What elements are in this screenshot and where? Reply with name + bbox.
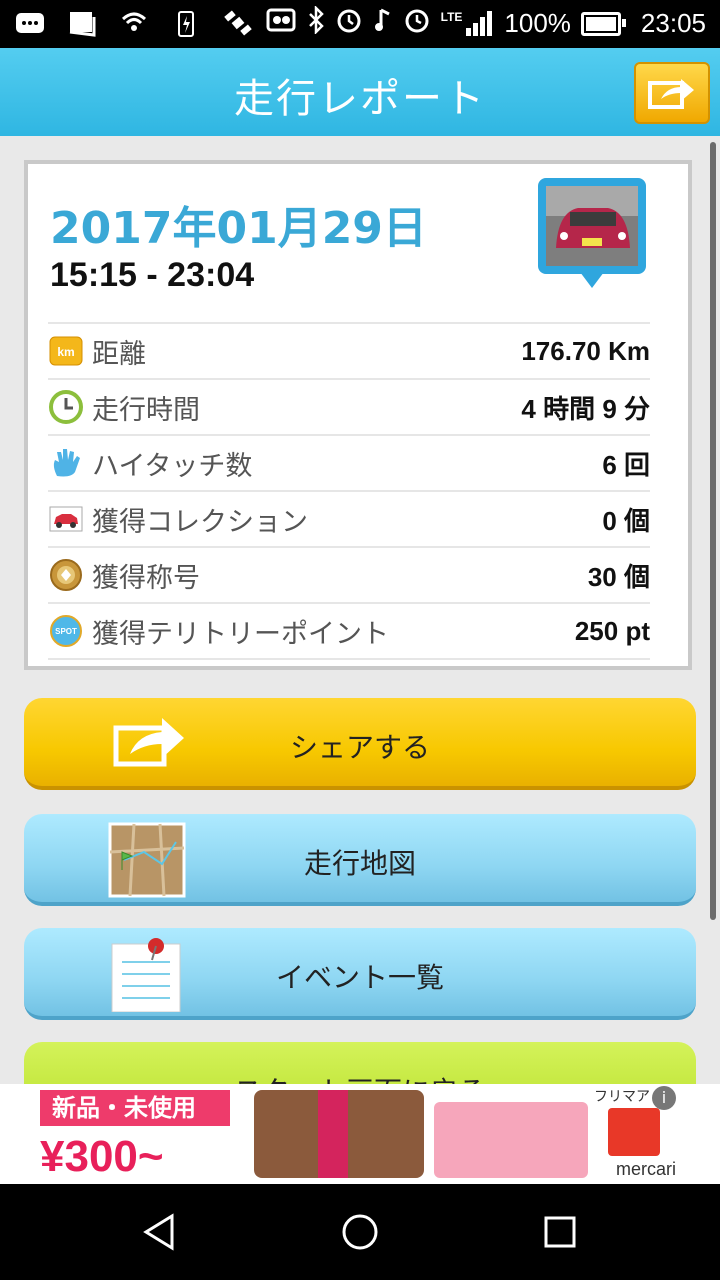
report-content[interactable]: 2017年01月29日 15:15 - 23:04 km 距離 176.70 K…: [0, 136, 720, 1084]
stat-label: 獲得コレクション: [92, 506, 308, 538]
stat-value: 176.70 Km: [521, 335, 650, 366]
stats-list: km 距離 176.70 Km 走行時間 4 時間 9 分 ハイタッチ数 6 回: [48, 322, 650, 660]
ad-mark: フリマア: [594, 1089, 650, 1105]
drive-map-button[interactable]: 走行地図: [24, 814, 696, 906]
back-icon[interactable]: [140, 1212, 180, 1252]
header-share-button[interactable]: [634, 62, 710, 124]
hand-icon: [48, 445, 84, 481]
stat-label: 獲得称号: [92, 562, 200, 594]
km-badge-text: km: [57, 345, 74, 359]
notification-icons: [14, 8, 254, 38]
navigation-bar: [0, 1184, 720, 1280]
app-header: 走行レポート: [0, 48, 720, 136]
car-photo-pin[interactable]: [538, 178, 646, 290]
back-to-start-button[interactable]: スタート画面に戻る: [24, 1042, 696, 1084]
ad-tag: 新品・未使用: [40, 1090, 230, 1126]
status-bar: LTE 100% 23:05: [0, 0, 720, 48]
stat-value: 6 回: [602, 449, 650, 480]
battery-percent: 100%: [504, 8, 571, 38]
stat-row-territory: SPOT 獲得テリトリーポイント 250 pt: [48, 602, 650, 660]
stat-row-collection: 獲得コレクション 0 個: [48, 490, 650, 546]
system-indicators: LTE 100% 23:05: [265, 4, 706, 41]
download-icon: [66, 8, 98, 38]
ad-wallet-image: [254, 1090, 424, 1178]
stat-row-titles: 獲得称号 30 個: [48, 546, 650, 602]
report-time-range: 15:15 - 23:04: [50, 256, 255, 294]
stat-label: 距離: [92, 338, 146, 370]
share-label: シェアする: [289, 731, 430, 764]
stat-value: 0 個: [602, 505, 650, 536]
alarm-icon: [335, 6, 363, 41]
mercari-box-icon: [608, 1108, 660, 1156]
stat-value: 4 時間 9 分: [521, 393, 650, 424]
report-card: 2017年01月29日 15:15 - 23:04 km 距離 176.70 K…: [24, 160, 692, 670]
ad-banner[interactable]: 新品・未使用 ¥300~ フリマア i mercari: [0, 1084, 720, 1184]
back-to-start-label: スタート画面に戻る: [24, 1070, 696, 1084]
share-icon: [648, 79, 694, 109]
clock-icon: [48, 389, 84, 425]
car-icon: [48, 501, 84, 537]
ad-wallet-pink-image: [434, 1102, 588, 1178]
drive-map-label: 走行地図: [303, 847, 416, 880]
stat-value: 250 pt: [574, 615, 650, 646]
battery-icon: [580, 11, 626, 36]
stat-value: 30 個: [587, 561, 650, 592]
share-button[interactable]: シェアする: [24, 698, 696, 790]
ad-brand: mercari: [615, 1159, 676, 1179]
vibrate-icon: [265, 7, 297, 40]
home-icon[interactable]: [340, 1212, 380, 1252]
alarm-clock-icon: [403, 6, 431, 41]
lte-signal-icon: LTE: [441, 10, 495, 38]
stat-row-high-touch: ハイタッチ数 6 回: [48, 434, 650, 490]
network-type: LTE: [440, 9, 463, 24]
bluetooth-icon: [307, 4, 325, 41]
spot-badge-text: SPOT: [55, 627, 77, 636]
message-icon: [14, 8, 46, 38]
event-list-button[interactable]: イベント一覧: [24, 928, 696, 1020]
stat-label: 走行時間: [92, 394, 200, 426]
stat-row-distance: km 距離 176.70 Km: [48, 322, 650, 378]
music-icon: [373, 6, 393, 41]
event-list-label: イベント一覧: [275, 961, 444, 994]
page-title: 走行レポート: [234, 76, 486, 122]
recents-icon[interactable]: [540, 1212, 580, 1252]
scrollbar[interactable]: [710, 142, 716, 920]
stat-label: 獲得テリトリーポイント: [92, 618, 389, 650]
stat-row-drive-time: 走行時間 4 時間 9 分: [48, 378, 650, 434]
stat-label: ハイタッチ数: [92, 450, 253, 482]
report-date: 2017年01月29日: [50, 203, 427, 254]
clock: 23:05: [640, 8, 706, 38]
battery-charging-icon: [170, 8, 202, 38]
satellite-icon: [222, 8, 254, 38]
wifi-hotspot-icon: [118, 8, 150, 38]
km-icon: km: [48, 333, 84, 369]
spot-icon: SPOT: [48, 613, 84, 649]
info-icon[interactable]: i: [652, 1086, 676, 1110]
medal-icon: [48, 557, 84, 593]
ad-price: ¥300~: [40, 1132, 164, 1181]
